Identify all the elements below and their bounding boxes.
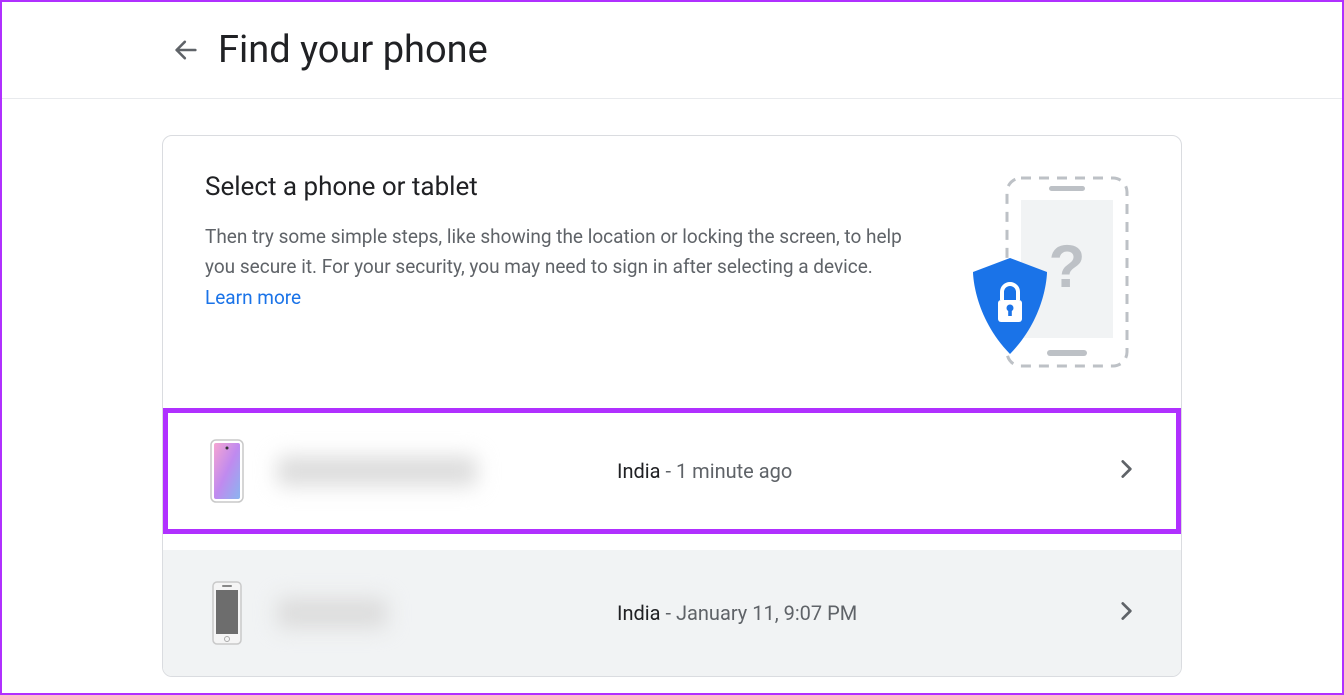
device-location-2: India - January 11, 9:07 PM — [617, 601, 1113, 625]
intro-desc-text: Then try some simple steps, like showing… — [205, 225, 902, 278]
device-row-2[interactable]: India - January 11, 9:07 PM — [163, 550, 1181, 676]
location-text: India — [617, 459, 661, 483]
device-name-redacted — [277, 456, 477, 486]
phone-icon — [205, 438, 249, 504]
content-area: Select a phone or tablet Then try some s… — [2, 99, 1342, 677]
time-text: 1 minute ago — [676, 459, 792, 483]
svg-text:?: ? — [1049, 233, 1086, 300]
chevron-right-icon — [1113, 598, 1139, 628]
intro-description: Then try some simple steps, like showing… — [205, 222, 919, 313]
device-location-1: India - 1 minute ago — [617, 459, 1113, 483]
location-text: India — [617, 601, 661, 625]
intro-title: Select a phone or tablet — [205, 172, 919, 202]
device-card: Select a phone or tablet Then try some s… — [162, 135, 1182, 677]
device-name-1 — [277, 456, 617, 486]
page-header: Find your phone — [2, 2, 1342, 99]
arrow-left-icon — [172, 36, 200, 64]
back-button[interactable] — [162, 26, 210, 74]
page-title: Find your phone — [218, 28, 488, 72]
device-name-redacted — [277, 598, 387, 628]
time-text: January 11, 9:07 PM — [676, 601, 857, 625]
device-name-2 — [277, 598, 617, 628]
time-separator: - — [661, 459, 676, 483]
phone-icon — [205, 580, 249, 646]
device-row-1[interactable]: India - 1 minute ago — [163, 408, 1181, 534]
learn-more-link[interactable]: Learn more — [205, 286, 301, 309]
time-separator: - — [661, 601, 676, 625]
intro-section: Select a phone or tablet Then try some s… — [163, 136, 1181, 408]
intro-text: Select a phone or tablet Then try some s… — [205, 172, 959, 313]
chevron-right-icon — [1113, 456, 1139, 486]
illustration: ? — [959, 172, 1139, 372]
